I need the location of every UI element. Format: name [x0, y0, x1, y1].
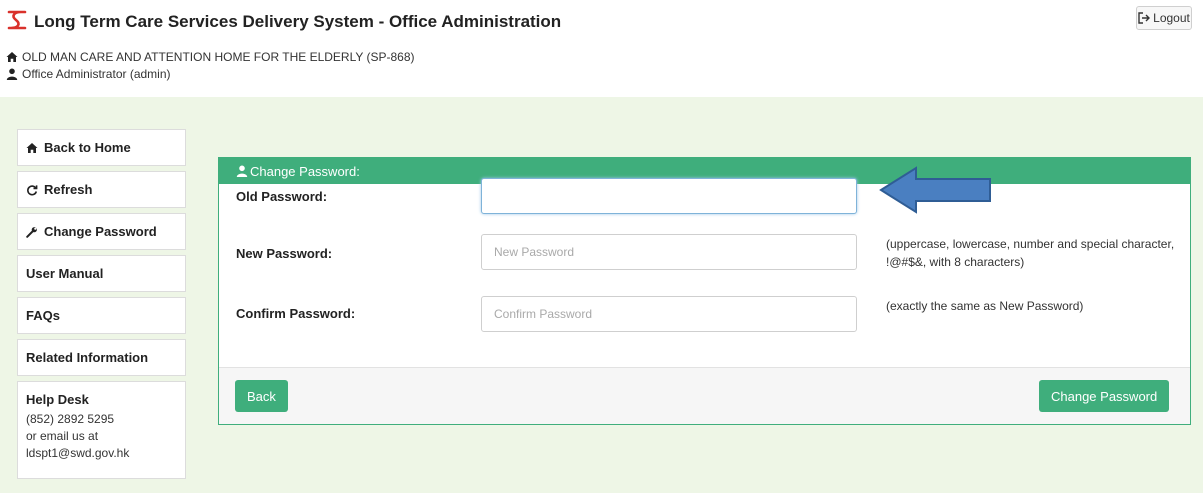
- sidebar-item-label: Refresh: [44, 182, 93, 197]
- panel-title: Change Password:: [250, 163, 360, 179]
- logout-icon: [1138, 12, 1151, 24]
- logout-label: Logout: [1153, 11, 1190, 25]
- new-password-hint: (uppercase, lowercase, number and specia…: [886, 237, 1175, 269]
- change-password-panel: Change Password: Old Password: New Passw…: [218, 157, 1191, 425]
- panel-footer: Back Change Password: [219, 367, 1190, 424]
- help-desk-email[interactable]: ldspt1@swd.gov.hk: [26, 445, 177, 462]
- help-desk-phone: (852) 2892 5295: [26, 412, 115, 426]
- user-name: Office Administrator (admin): [22, 67, 171, 81]
- change-password-button[interactable]: Change Password: [1039, 380, 1170, 412]
- user-icon: [236, 165, 248, 177]
- confirm-password-label: Confirm Password:: [236, 306, 356, 321]
- sidebar-item-related-information[interactable]: Related Information: [17, 339, 186, 376]
- app-header: Long Term Care Services Delivery System …: [0, 0, 1203, 86]
- confirm-password-input[interactable]: [481, 296, 857, 332]
- user-line: Office Administrator (admin): [6, 67, 171, 81]
- swd-logo-icon: [7, 10, 27, 30]
- sidebar-item-label: Back to Home: [44, 140, 131, 155]
- organization-line: OLD MAN CARE AND ATTENTION HOME FOR THE …: [6, 50, 415, 64]
- help-desk-email-prefix: or email us at: [26, 429, 99, 443]
- sidebar: Back to Home Refresh Change Password Use…: [17, 129, 186, 479]
- pointer-arrow-icon: [879, 166, 991, 214]
- sidebar-item-back-to-home[interactable]: Back to Home: [17, 129, 186, 166]
- help-desk-box: Help Desk (852) 2892 5295 or email us at…: [17, 381, 186, 479]
- organization-name: OLD MAN CARE AND ATTENTION HOME FOR THE …: [22, 50, 415, 64]
- old-password-input[interactable]: [481, 178, 857, 214]
- new-password-input[interactable]: [481, 234, 857, 270]
- back-button[interactable]: Back: [235, 380, 288, 412]
- sidebar-item-refresh[interactable]: Refresh: [17, 171, 186, 208]
- home-icon: [26, 142, 38, 153]
- refresh-icon: [27, 184, 38, 195]
- sidebar-item-label: User Manual: [26, 266, 104, 281]
- confirm-password-hint: (exactly the same as New Password): [886, 299, 1084, 313]
- sidebar-item-change-password[interactable]: Change Password: [17, 213, 186, 250]
- sidebar-item-user-manual[interactable]: User Manual: [17, 255, 186, 292]
- logout-button[interactable]: Logout: [1136, 6, 1192, 30]
- help-desk-title: Help Desk: [26, 392, 89, 407]
- sidebar-item-label: FAQs: [26, 308, 60, 323]
- old-password-label: Old Password:: [236, 189, 328, 204]
- new-password-label: New Password:: [236, 246, 333, 261]
- wrench-icon: [26, 226, 37, 238]
- sidebar-item-faqs[interactable]: FAQs: [17, 297, 186, 334]
- sidebar-item-label: Change Password: [44, 224, 157, 239]
- sidebar-item-label: Related Information: [26, 350, 149, 365]
- home-icon: [6, 52, 18, 62]
- app-title: Long Term Care Services Delivery System …: [34, 12, 562, 31]
- user-icon: [6, 68, 18, 80]
